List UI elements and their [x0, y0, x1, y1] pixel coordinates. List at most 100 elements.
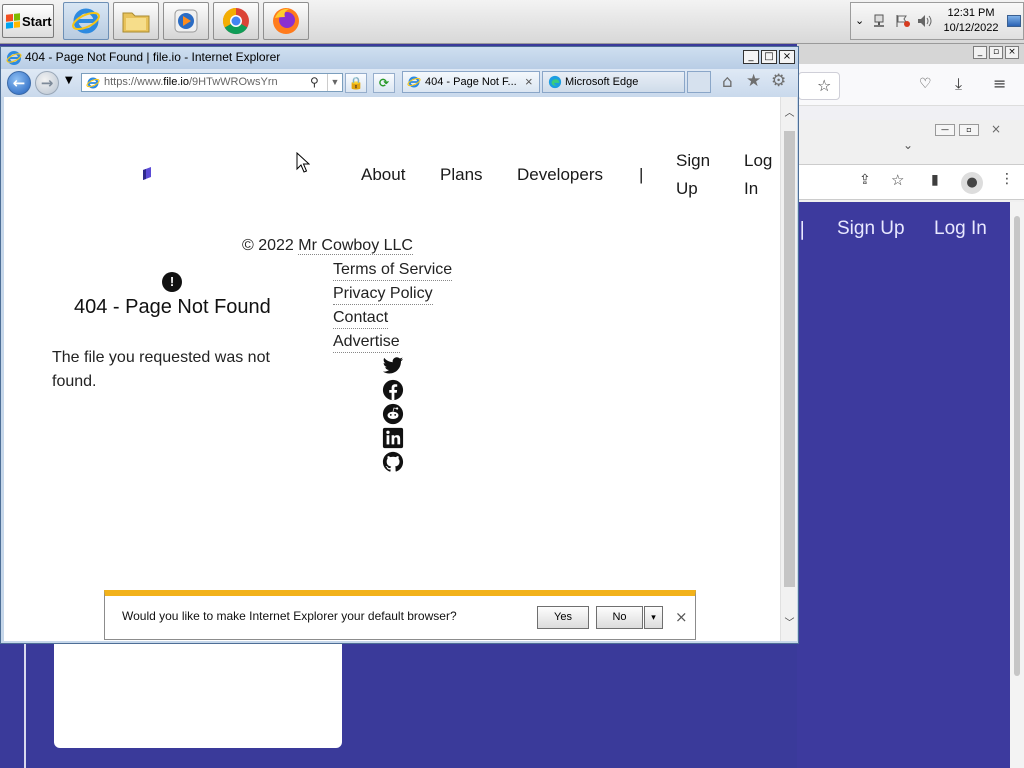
pocket-icon[interactable]: ♡: [919, 76, 932, 92]
tools-gear-icon[interactable]: ⚙: [771, 71, 786, 91]
contact-link[interactable]: Contact: [333, 308, 389, 329]
internet-explorer-window: 404 - Page Not Found | file.io - Interne…: [0, 46, 799, 644]
yes-button[interactable]: Yes: [537, 606, 589, 629]
notification-text: Would you like to make Internet Explorer…: [122, 609, 457, 623]
nav-plans-link[interactable]: Plans: [440, 165, 483, 185]
share-icon[interactable]: ⇪: [859, 172, 871, 188]
ie-icon: [72, 8, 100, 34]
advertise-link[interactable]: Advertise: [333, 332, 400, 353]
firefox-tab[interactable]: ☆: [798, 72, 840, 100]
maximize-button[interactable]: ▫: [989, 46, 1003, 59]
clock-date: 10/12/2022: [943, 22, 999, 34]
search-icon[interactable]: ⚲: [310, 74, 319, 91]
menu-icon[interactable]: ≡: [993, 74, 1006, 93]
no-dropdown-button[interactable]: ▾: [644, 606, 663, 629]
tab-label: 404 - Page Not F...: [425, 76, 517, 88]
notification-close-icon[interactable]: ×: [675, 608, 688, 626]
start-button[interactable]: Start: [2, 4, 54, 38]
vertical-scrollbar[interactable]: ︿ ﹀: [780, 97, 797, 641]
taskbar-internet-explorer[interactable]: [63, 2, 109, 40]
action-center-flag-icon[interactable]: [895, 14, 911, 28]
lock-icon[interactable]: 🔒: [345, 73, 367, 93]
scroll-up-arrow[interactable]: ︿: [783, 107, 796, 120]
privacy-policy-link[interactable]: Privacy Policy: [333, 284, 433, 305]
network-icon[interactable]: [873, 14, 887, 28]
refresh-icon[interactable]: ⟳: [373, 73, 395, 93]
home-icon[interactable]: ⌂: [722, 72, 733, 92]
terms-of-service-link[interactable]: Terms of Service: [333, 260, 453, 281]
history-dropdown-icon[interactable]: ▼: [65, 75, 73, 86]
nav-sign-up-link[interactable]: Sign Up: [676, 147, 710, 203]
inner-restore-button[interactable]: ▫: [959, 124, 979, 136]
nav-separator: |: [639, 165, 644, 184]
error-title: 404 - Page Not Found: [74, 296, 271, 318]
no-button[interactable]: No: [596, 606, 643, 629]
edge-icon: [548, 75, 562, 89]
taskbar-firefox[interactable]: [263, 2, 309, 40]
firefox-window-background: _ ▫ × ☆ ♡ ⤓ ≡ — ▫ × ⌄ ⇪ ☆ ▮ ● ⋮ | Sign U…: [797, 44, 1024, 768]
address-prefix: https://www.: [104, 76, 164, 88]
forward-button[interactable]: →: [35, 71, 59, 95]
clock[interactable]: 12:31 PM 10/12/2022: [941, 6, 1001, 36]
address-dropdown-icon[interactable]: ▼: [327, 74, 342, 91]
sidebar-icon[interactable]: ▮: [931, 172, 939, 188]
address-bar[interactable]: https://www.file.io/9HTwWROwsYrn ⚲ ▼: [81, 73, 343, 92]
facebook-icon[interactable]: [381, 379, 405, 401]
volume-icon[interactable]: [917, 14, 933, 28]
github-icon[interactable]: [381, 451, 405, 473]
media-player-icon: [174, 9, 198, 33]
ff-sign-up-link[interactable]: Sign Up: [837, 218, 905, 240]
taskbar-file-explorer[interactable]: [113, 2, 159, 40]
download-icon[interactable]: ⤓: [955, 74, 962, 94]
taskbar-chrome[interactable]: [213, 2, 259, 40]
favorites-star-icon[interactable]: ★: [746, 71, 761, 91]
nav-developers-link[interactable]: Developers: [517, 165, 603, 185]
fileio-logo-icon[interactable]: [142, 167, 152, 181]
maximize-button[interactable]: □: [761, 50, 777, 64]
inner-minimize-button[interactable]: —: [935, 124, 955, 136]
taskbar: Start ⌄ 12:31 PM 10/12/2022: [0, 0, 1024, 44]
reddit-icon[interactable]: [381, 403, 405, 425]
taskbar-media-player[interactable]: [163, 2, 209, 40]
more-options-icon[interactable]: ⋮: [1000, 171, 1014, 187]
scroll-down-arrow[interactable]: ﹀: [783, 617, 796, 630]
nav-separator: |: [799, 218, 806, 240]
minimize-button[interactable]: _: [743, 50, 759, 64]
nav-log-in-link[interactable]: Log In: [744, 147, 772, 203]
twitter-icon[interactable]: [381, 355, 405, 377]
show-hidden-icons-icon[interactable]: ⌄: [855, 14, 864, 27]
new-tab-button[interactable]: [687, 71, 711, 93]
tab-close-icon[interactable]: ×: [525, 72, 533, 92]
firefox-urlbar[interactable]: ⇪ ☆ ▮ ● ⋮: [797, 164, 1024, 200]
tab-404-page[interactable]: 404 - Page Not F... ×: [402, 71, 540, 93]
error-message: The file you requested was not found.: [52, 349, 270, 390]
address-path: /9HTwWROwsYrn: [188, 76, 278, 88]
show-desktop-icon[interactable]: [1007, 15, 1021, 27]
default-browser-notification: Would you like to make Internet Explorer…: [104, 590, 696, 640]
ie-page-icon: [86, 77, 100, 89]
firefox-scrollbar[interactable]: [1010, 202, 1024, 768]
sign-up-line-2: Up: [676, 179, 698, 198]
firefox-titlebar: _ ▫ ×: [797, 44, 1024, 64]
back-button[interactable]: ←: [7, 71, 31, 95]
minimize-button[interactable]: _: [973, 46, 987, 59]
bookmark-star-icon[interactable]: ☆: [891, 171, 904, 189]
account-icon[interactable]: ●: [961, 172, 983, 194]
tab-microsoft-edge[interactable]: Microsoft Edge: [542, 71, 685, 93]
firefox-toolbar: ☆ ♡ ⤓ ≡: [797, 64, 1024, 106]
address-host: file.io: [163, 76, 189, 88]
inner-close-icon[interactable]: ×: [991, 122, 1001, 136]
ff-log-in-link[interactable]: Log In: [934, 218, 987, 240]
star-icon[interactable]: ☆: [817, 76, 831, 95]
fileio-page-background: | Sign Up Log In: [797, 202, 1010, 768]
windows-logo-icon: [6, 13, 20, 29]
system-tray: ⌄ 12:31 PM 10/12/2022: [850, 2, 1024, 40]
close-button[interactable]: ×: [779, 50, 795, 64]
copyright-company-link[interactable]: Mr Cowboy LLC: [298, 237, 413, 255]
close-button[interactable]: ×: [1005, 46, 1019, 59]
chrome-icon: [222, 7, 249, 35]
linkedin-icon[interactable]: [381, 427, 405, 449]
nav-about-link[interactable]: About: [361, 165, 405, 185]
chevron-down-icon[interactable]: ⌄: [903, 138, 913, 152]
scroll-thumb[interactable]: [784, 131, 795, 587]
